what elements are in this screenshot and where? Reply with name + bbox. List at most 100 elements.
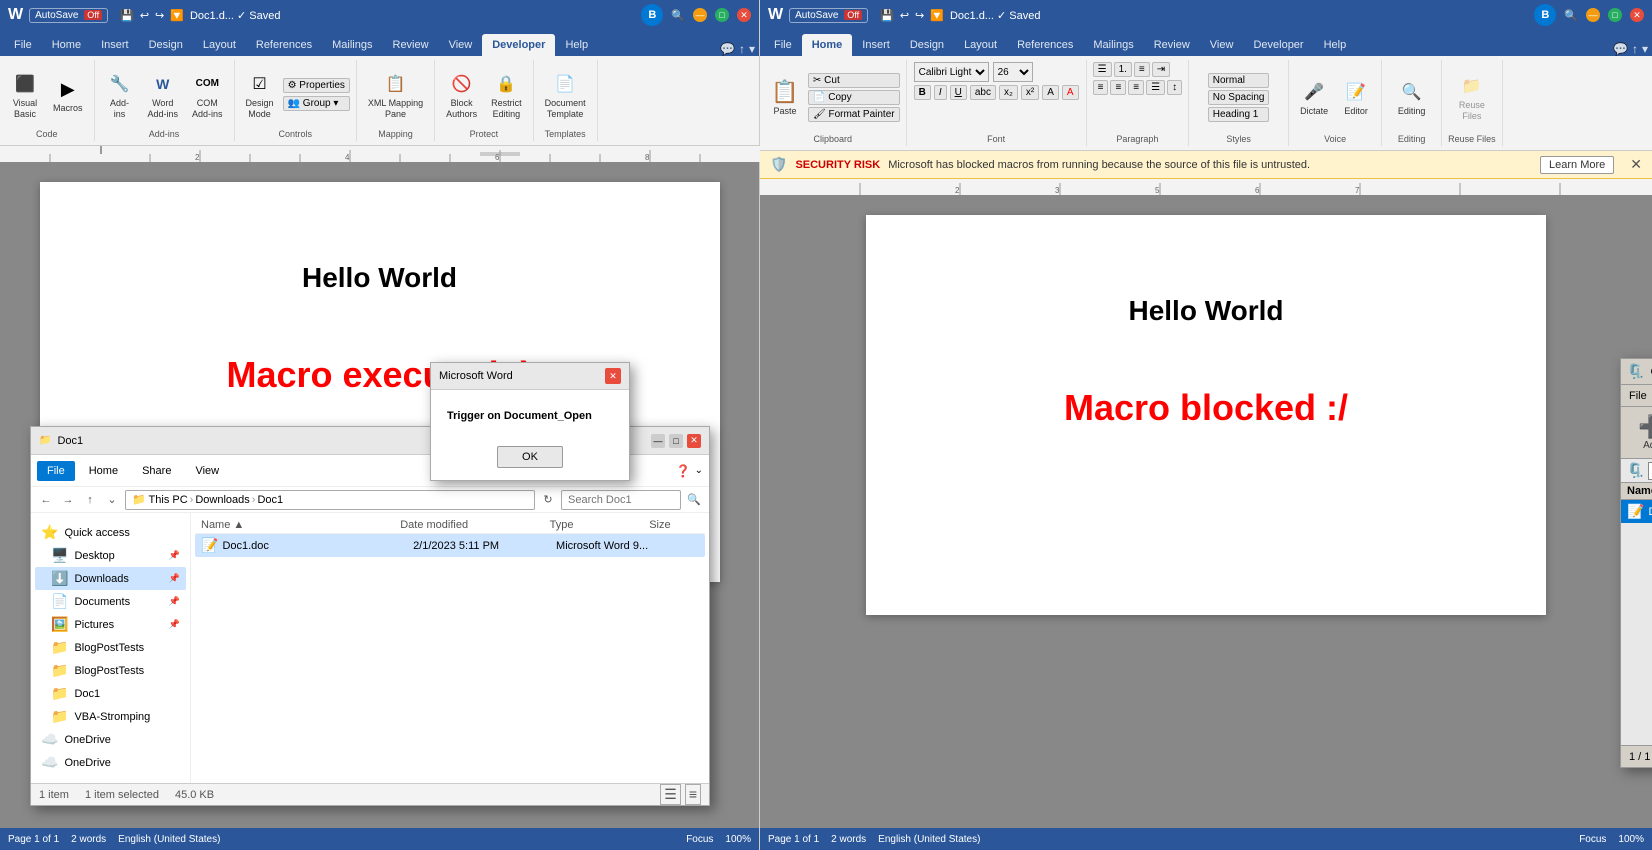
maximize-btn-left[interactable]: □ [715, 8, 729, 22]
fe-sidebar-quickaccess[interactable]: ⭐ Quick access [35, 521, 186, 544]
fe-maximize-btn[interactable]: □ [669, 434, 683, 448]
visual-basic-btn[interactable]: ⬛ VisualBasic [6, 67, 44, 123]
dictate-btn[interactable]: 🎤 Dictate [1295, 75, 1333, 120]
fe-search-input[interactable] [561, 490, 681, 510]
subscript-btn[interactable]: x₂ [999, 85, 1018, 100]
close-btn-left[interactable]: ✕ [737, 8, 751, 22]
tab-mailings-left[interactable]: Mailings [322, 34, 382, 56]
find-btn[interactable]: 🔍 Editing [1393, 75, 1431, 120]
group-btn[interactable]: 👥 Group ▾ [283, 96, 350, 111]
ze-col-name-hdr[interactable]: Name [1627, 485, 1652, 497]
fe-search-btn[interactable]: 🔍 [685, 491, 703, 509]
macros-btn[interactable]: ▶ Macros [48, 72, 88, 117]
bold-btn[interactable]: B [914, 85, 931, 100]
strikethrough-btn[interactable]: abc [970, 85, 996, 100]
col-type-header[interactable]: Type [550, 519, 650, 531]
fe-sidebar-blogpost2[interactable]: 📁 BlogPostTests [35, 659, 186, 682]
close-security-btn[interactable]: ✕ [1630, 156, 1642, 173]
zip-explorer[interactable]: 🗜️ C:\Users\LocalAdm\Downloads\Doc1.7z\ … [1620, 358, 1652, 768]
fe-recent-btn[interactable]: ⌄ [103, 491, 121, 509]
tab-view-right[interactable]: View [1200, 34, 1244, 56]
xml-mapping-btn[interactable]: 📋 XML MappingPane [363, 67, 428, 123]
comment-icon-right[interactable]: 💬 [1613, 42, 1628, 56]
ze-addr-input[interactable] [1648, 462, 1652, 480]
minimize-btn-left[interactable]: — [693, 8, 707, 22]
indent-btn[interactable]: ⇥ [1152, 62, 1170, 77]
ribbon-collapse-right[interactable]: ▾ [1642, 42, 1648, 56]
tab-layout-right[interactable]: Layout [954, 34, 1007, 56]
tab-references-right[interactable]: References [1007, 34, 1083, 56]
autosave-badge-right[interactable]: AutoSave Off [789, 8, 868, 23]
search-icon-right[interactable]: 🔍 [1564, 9, 1578, 22]
tab-insert-left[interactable]: Insert [91, 34, 139, 56]
tab-references-left[interactable]: References [246, 34, 322, 56]
search-icon-left[interactable]: 🔍 [671, 9, 685, 22]
user-avatar-left[interactable]: B [641, 4, 663, 26]
styles-h1[interactable]: Heading 1 [1208, 107, 1270, 122]
fe-view-detail-icon[interactable]: ≡ [685, 784, 701, 805]
col-size-header[interactable]: Size [649, 519, 699, 531]
fe-chevron-icon[interactable]: ⌄ [695, 465, 703, 476]
ribbon-collapse-left[interactable]: ▾ [749, 42, 755, 56]
com-addins-btn[interactable]: COM COMAdd-ins [187, 67, 228, 123]
file-explorer-left[interactable]: 📁 Doc1 — □ ✕ File Home Share View ❓ ⌄ [30, 426, 710, 806]
fe-sidebar-desktop[interactable]: 🖥️ Desktop 📌 [35, 544, 186, 567]
dialog-ok-btn[interactable]: OK [497, 446, 563, 468]
fe-sidebar-onedrive2[interactable]: ☁️ OneDrive [35, 751, 186, 774]
block-authors-btn[interactable]: 🚫 BlockAuthors [441, 67, 482, 123]
multilevel-btn[interactable]: ≡ [1134, 62, 1150, 77]
fe-tab-file[interactable]: File [37, 461, 75, 481]
autosave-state-right[interactable]: Off [844, 10, 862, 20]
properties-btn[interactable]: ⚙ Properties [283, 78, 350, 93]
fe-sidebar-pictures[interactable]: 🖼️ Pictures 📌 [35, 613, 186, 636]
fe-sidebar-downloads[interactable]: ⬇️ Downloads 📌 [35, 567, 186, 590]
fe-sidebar-onedrive1[interactable]: ☁️ OneDrive [35, 728, 186, 751]
word-addins-btn[interactable]: W WordAdd-ins [143, 67, 184, 123]
fe-minimize-btn[interactable]: — [651, 434, 665, 448]
numbered-btn[interactable]: 1. [1114, 62, 1132, 77]
autosave-badge-left[interactable]: AutoSave Off [29, 8, 108, 23]
learn-more-btn[interactable]: Learn More [1540, 156, 1614, 174]
close-btn-right[interactable]: ✕ [1630, 8, 1644, 22]
col-name-header[interactable]: Name ▲ [201, 519, 400, 531]
font-size-select[interactable]: 26 [993, 62, 1033, 82]
fe-up-btn[interactable]: ↑ [81, 491, 99, 509]
fe-back-btn[interactable]: ← [37, 491, 55, 509]
maximize-btn-right[interactable]: □ [1608, 8, 1622, 22]
tab-insert-right[interactable]: Insert [852, 34, 900, 56]
fe-refresh-btn[interactable]: ↻ [539, 491, 557, 509]
fe-address-box[interactable]: 📁 This PC › Downloads › Doc1 [125, 490, 535, 510]
fe-help-icon[interactable]: ❓ [676, 464, 691, 478]
dialog-close-btn[interactable]: ✕ [605, 368, 621, 384]
user-avatar-right[interactable]: B [1534, 4, 1556, 26]
tab-design-right[interactable]: Design [900, 34, 954, 56]
focus-btn-right[interactable]: Focus [1579, 834, 1606, 845]
align-left-btn[interactable]: ≡ [1093, 80, 1109, 95]
tab-developer-left[interactable]: Developer [482, 34, 555, 56]
tab-help-left[interactable]: Help [555, 34, 598, 56]
tab-design-left[interactable]: Design [139, 34, 193, 56]
tab-file-left[interactable]: File [4, 34, 42, 56]
fe-close-btn[interactable]: ✕ [687, 434, 701, 448]
reuse-files-btn[interactable]: 📁 ReuseFiles [1453, 69, 1491, 125]
fe-sidebar-documents[interactable]: 📄 Documents 📌 [35, 590, 186, 613]
tab-review-left[interactable]: Review [383, 34, 439, 56]
font-color-btn[interactable]: A [1062, 85, 1079, 100]
paste-btn[interactable]: 📋 Paste [766, 75, 804, 120]
ze-menu-file[interactable]: File [1625, 388, 1651, 404]
justify-btn[interactable]: ☰ [1146, 80, 1165, 95]
copy-btn[interactable]: 📄 Copy [808, 90, 900, 105]
fe-view-list-icon[interactable]: ☰ [660, 784, 681, 805]
format-painter-btn[interactable]: 🖌 Format Painter [808, 107, 900, 122]
tab-home-left[interactable]: Home [42, 34, 91, 56]
fe-tab-share[interactable]: Share [132, 461, 181, 481]
focus-btn-left[interactable]: Focus [686, 834, 713, 845]
italic-btn[interactable]: I [934, 85, 947, 100]
cut-btn[interactable]: ✂ Cut [808, 73, 900, 88]
addins-btn[interactable]: 🔧 Add-ins [101, 67, 139, 123]
font-family-select[interactable]: Calibri Light [914, 62, 989, 82]
comment-icon-left[interactable]: 💬 [720, 42, 735, 56]
file-row-doc1[interactable]: 📝 Doc1.doc 2/1/2023 5:11 PM Microsoft Wo… [195, 534, 705, 557]
design-mode-btn[interactable]: ☑ DesignMode [241, 67, 279, 123]
tab-mailings-right[interactable]: Mailings [1083, 34, 1143, 56]
